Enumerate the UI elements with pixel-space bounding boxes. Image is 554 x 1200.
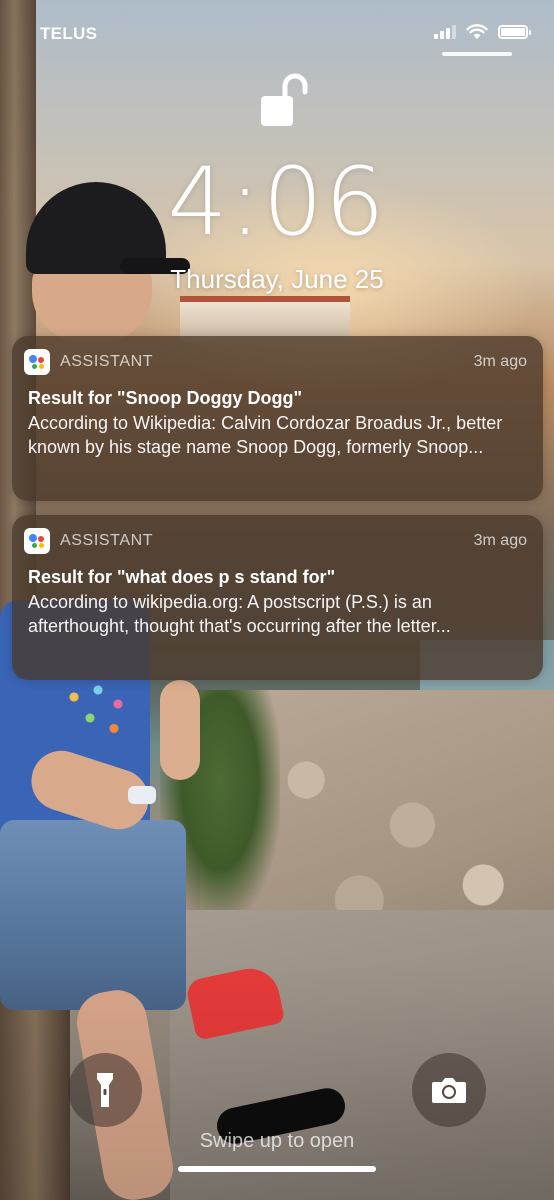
clock-date: Thursday, June 25 — [170, 264, 384, 294]
clock-time: 4:06 — [167, 148, 387, 257]
wifi-icon — [466, 24, 488, 39]
notification-card[interactable]: ASSISTANT 3m ago Result for "Snoop Doggy… — [12, 336, 543, 501]
home-indicator[interactable] — [178, 1166, 376, 1172]
unlocked-padlock-icon — [261, 73, 308, 126]
notification-body: According to Wikipedia: Calvin Cordozar … — [28, 413, 503, 457]
notification-header: ASSISTANT 3m ago — [24, 348, 527, 376]
battery-icon — [498, 25, 531, 39]
notification-title: Result for "what does p s stand for" — [28, 567, 336, 587]
carrier-name: TELUS — [40, 24, 98, 43]
camera-icon — [432, 1078, 466, 1103]
swipe-hint: Swipe up to open — [199, 1130, 355, 1152]
status-icons — [434, 24, 531, 40]
camera-button[interactable] — [412, 1053, 486, 1127]
notification-app-name: ASSISTANT — [60, 353, 154, 370]
flashlight-icon — [97, 1073, 113, 1107]
notification-time: 3m ago — [473, 532, 527, 549]
notification-card[interactable]: ASSISTANT 3m ago Result for "what does p… — [12, 515, 543, 680]
notification-app-name: ASSISTANT — [60, 532, 154, 549]
notification-header: ASSISTANT 3m ago — [24, 527, 527, 555]
google-assistant-icon — [24, 349, 50, 375]
control-center-indicator[interactable] — [442, 52, 512, 56]
notification-title: Result for "Snoop Doggy Dogg" — [28, 388, 303, 408]
flashlight-button[interactable] — [68, 1053, 142, 1127]
cellular-signal-icon — [434, 25, 456, 39]
google-assistant-icon — [24, 528, 50, 554]
status-bar: TELUS — [0, 0, 554, 62]
notification-time: 3m ago — [473, 353, 527, 370]
notification-body: According to wikipedia.org: A postscript… — [28, 592, 451, 636]
